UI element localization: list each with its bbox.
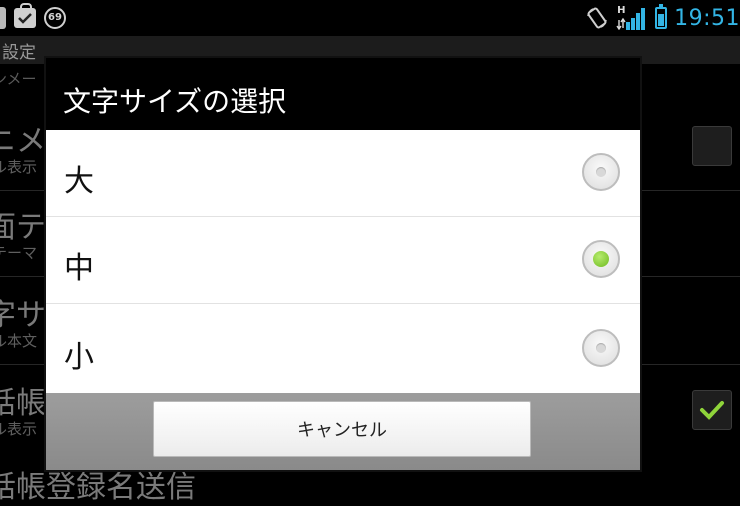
settings-checkbox-checked[interactable] [692,390,732,430]
battery-icon [655,4,668,29]
settings-title: 設定 [2,43,36,63]
status-bar-right: H 19:51 [585,4,740,32]
dialog-title: 文字サイズの選択 [63,85,287,118]
option-medium[interactable]: 中 [46,217,640,304]
notification-badge-icon: 69 [44,7,66,29]
settings-row-subtitle: ル表示 [0,158,38,176]
signal-icon: H [616,6,648,30]
settings-row-subtitle: ル表示 [0,420,38,438]
option-label: 中 [64,251,94,286]
settings-row-title: ニメ [0,124,46,159]
option-label: 大 [64,164,94,199]
shopping-bag-check-icon [14,3,36,28]
settings-row-title: 字サ [0,298,46,333]
settings-row-title: 面テ [0,210,46,245]
dialog-titlebar: 文字サイズの選択 [46,58,640,131]
option-label: 小 [64,340,94,375]
status-bar-left: 69 [0,3,66,31]
radio-button-large[interactable] [582,153,620,191]
settings-checkbox[interactable] [692,126,732,166]
settings-row-subtitle: ンメー [0,70,37,88]
status-bar: 69 H 19:51 [0,0,740,36]
checkmark-icon [700,401,724,420]
settings-row-subtitle: テーマ [0,244,38,262]
option-large[interactable]: 大 [46,130,640,217]
radio-button-medium-selected[interactable] [582,240,620,278]
radio-button-small[interactable] [582,329,620,367]
cancel-button[interactable]: キャンセル [153,401,531,457]
text-size-dialog: 文字サイズの選択 大 中 小 キャンセル [46,58,640,470]
dialog-footer: キャンセル [46,393,640,470]
screen-rotation-icon [587,7,607,29]
clip-icon [0,7,6,29]
settings-row-subtitle: ル本文 [0,332,38,350]
status-time: 19:51 [674,5,740,31]
option-small[interactable]: 小 [46,304,640,393]
settings-row-title: 話帳 [0,386,46,421]
